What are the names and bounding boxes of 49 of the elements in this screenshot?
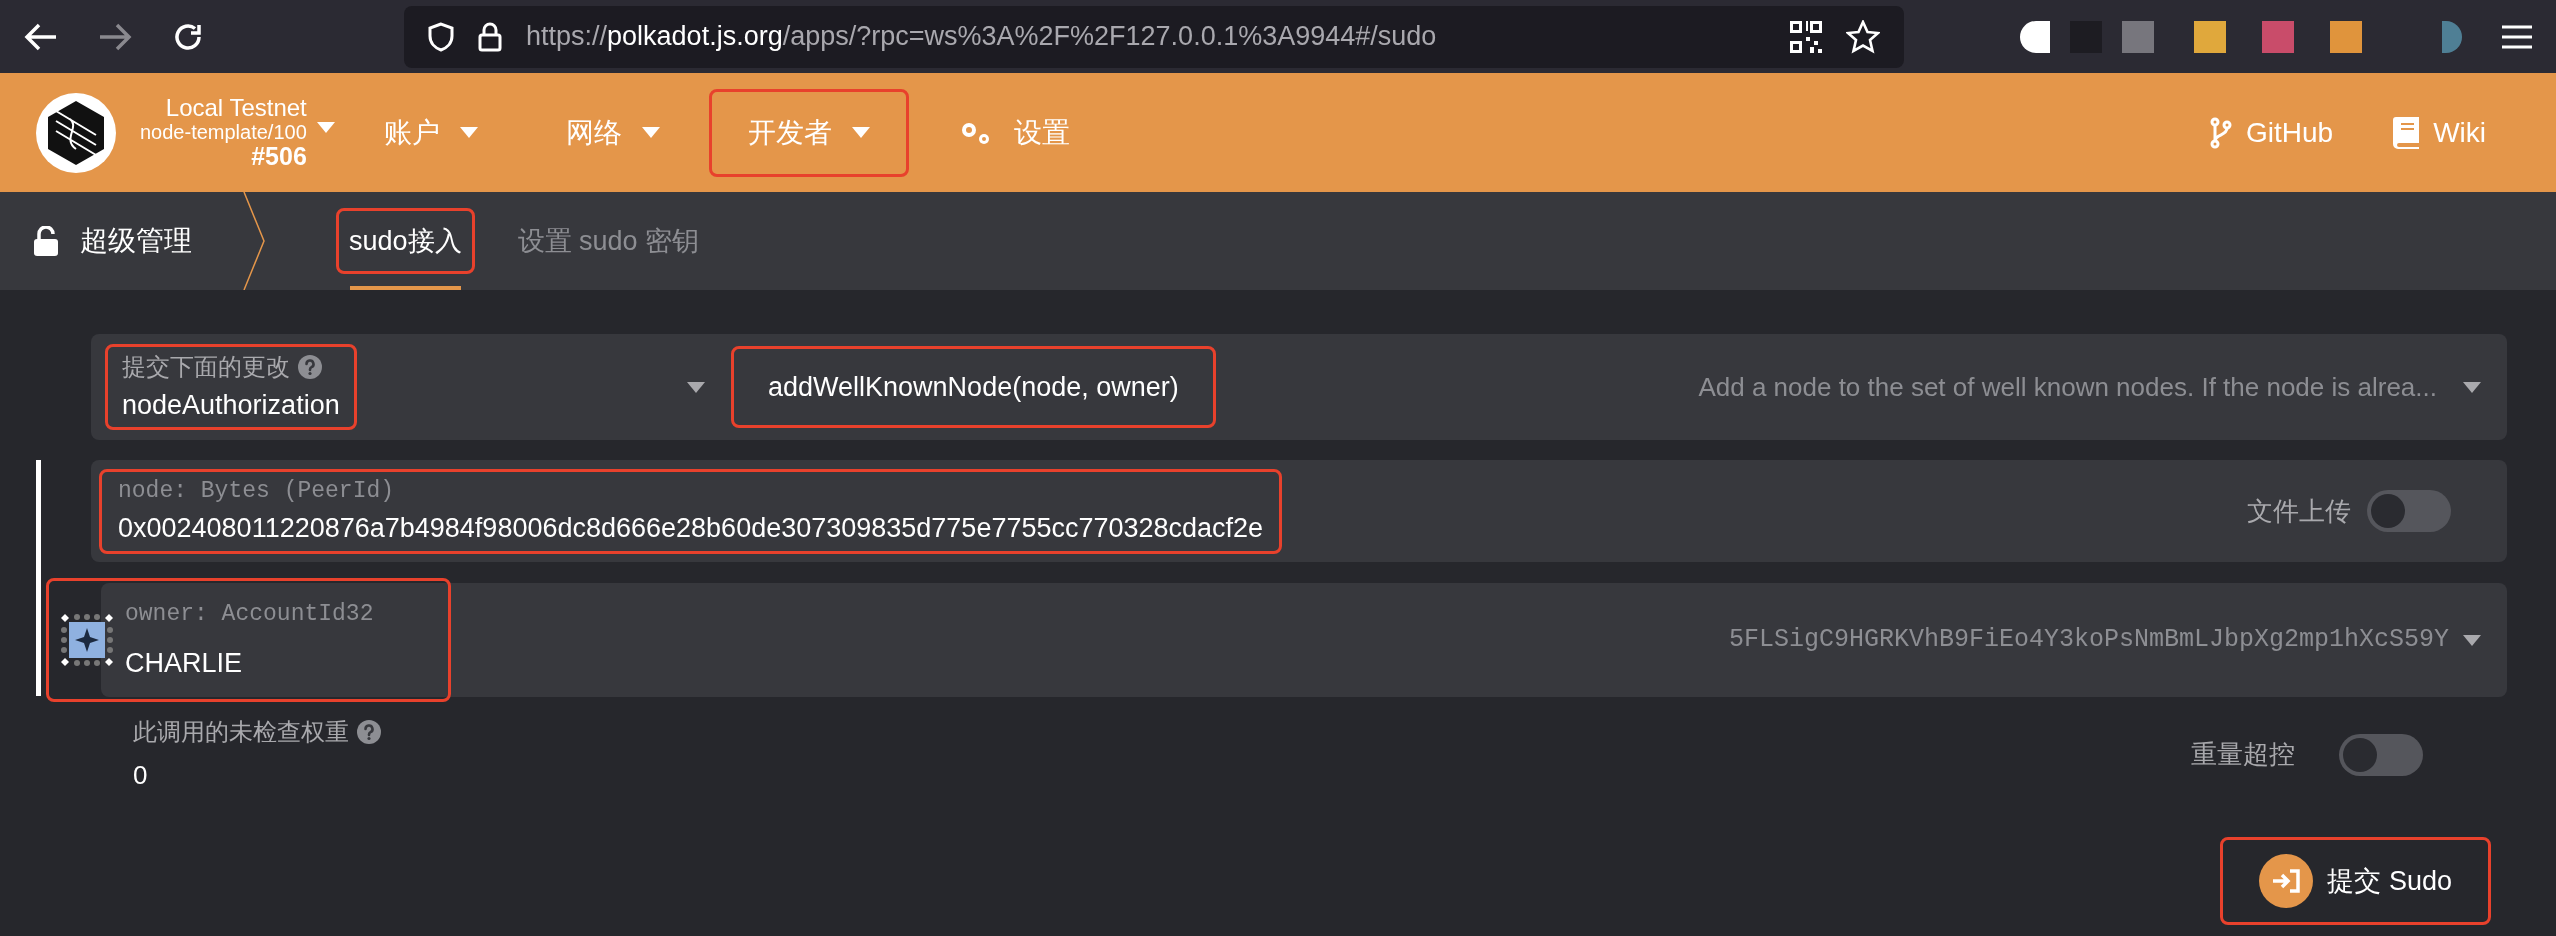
method-description: Add a node to the set of well known nodes. If the node is alrea...	[1698, 370, 2437, 404]
identicon-icon	[61, 614, 113, 666]
account-address: 5FLSigC9HGRKVhB9FiEo4Y3koPsNmBmLJbpXg2mp1hXcS59Y	[1728, 624, 2449, 657]
tab[interactable]: 设置 sudo 密钥	[517, 225, 700, 256]
lock-icon	[478, 21, 502, 52]
caret-icon	[641, 127, 660, 138]
account-select[interactable]: CHARLIE	[125, 643, 374, 684]
toggle-switch[interactable]	[2367, 490, 2451, 532]
star-icon[interactable]	[1846, 19, 1880, 54]
unlocked-padlock-icon	[34, 226, 58, 256]
caret-icon	[2463, 634, 2481, 646]
tab[interactable]: sudo接入	[349, 225, 462, 256]
help-icon[interactable]	[357, 720, 381, 744]
field-label: 提交下面的更改	[122, 351, 290, 382]
module-select[interactable]: nodeAuthorization	[122, 384, 340, 426]
method-select[interactable]: addWellKnownNode(node, owner)	[768, 371, 1179, 402]
help-icon[interactable]	[298, 354, 322, 379]
runtime-version: node-template/100	[140, 120, 307, 143]
submit-button[interactable]: 提交 Sudo	[2327, 860, 2452, 902]
caret-icon	[316, 122, 335, 133]
forward-arrow-icon[interactable]	[98, 21, 132, 52]
address-bar[interactable]: https://polkadot.js.org/apps/?rpc=ws%3A%2F%2F127.0.0.1%3A9944#/sudo	[404, 5, 1904, 68]
block-number: #506	[251, 142, 307, 171]
toggle-label: 重量超控	[2191, 738, 2295, 771]
branch-icon	[2209, 116, 2232, 149]
menu-icon[interactable]	[2502, 24, 2532, 49]
shield-icon	[428, 21, 454, 52]
input-field[interactable]: 0x002408011220876a7b4984f98006dc8d666e28b60de307309835d775e7755cc770328cdacf2e	[118, 508, 1264, 549]
toggle-switch[interactable]	[2339, 733, 2423, 776]
extension-icon[interactable]	[2194, 20, 2226, 53]
logo-icon[interactable]	[34, 90, 118, 175]
book-icon	[2393, 116, 2420, 149]
back-arrow-icon[interactable]	[24, 21, 58, 52]
field-label: owner: AccountId32	[125, 599, 374, 629]
field-label: node: Bytes (PeerId)	[118, 476, 396, 506]
weight-value: 0	[133, 759, 149, 792]
url-text: https://polkadot.js.org/apps/?rpc=ws%3A%2F%2F127.0.0.1%3A9944#/sudo	[526, 20, 1437, 54]
chain-name: Local Testnet	[165, 94, 307, 121]
page-title: 超级管理	[80, 224, 192, 258]
field-label: 此调用的未检查权重	[133, 717, 349, 747]
extension-icon[interactable]	[2330, 20, 2362, 53]
toggle-label: 文件上传	[2247, 494, 2351, 528]
caret-icon	[459, 127, 478, 138]
qr-code-icon[interactable]	[1790, 20, 1822, 53]
caret-icon	[851, 127, 870, 138]
caret-icon	[687, 381, 705, 393]
caret-icon	[2463, 381, 2481, 393]
sign-in-icon	[2259, 854, 2314, 908]
extension-icon[interactable]	[2020, 20, 2050, 53]
